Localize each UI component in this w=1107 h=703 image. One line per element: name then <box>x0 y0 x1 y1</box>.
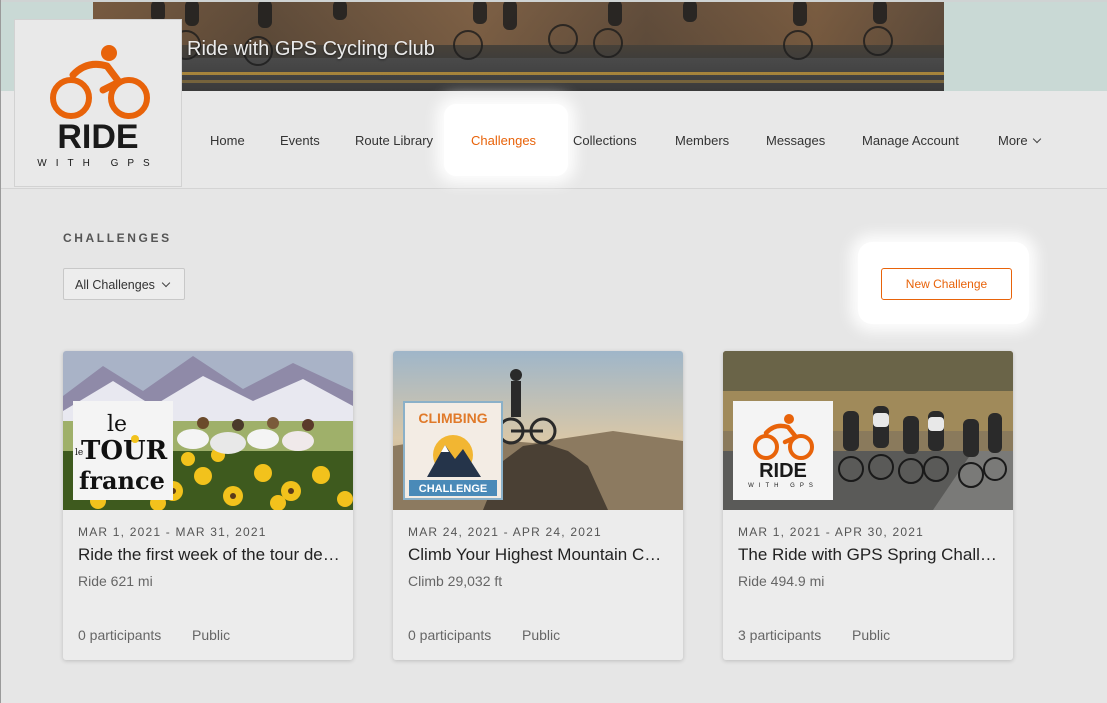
challenge-title[interactable]: Ride the first week of the tour de Franc… <box>78 545 340 565</box>
challenge-image: CLIMBING CHALLENGE <box>393 351 683 510</box>
nav-members[interactable]: Members <box>675 133 729 148</box>
window-left-edge <box>0 0 1 703</box>
challenge-image: le TOUR le france <box>63 351 353 510</box>
challenge-title[interactable]: Climb Your Highest Mountain Challenge <box>408 545 670 565</box>
logo-subword: WITH GPS <box>37 158 158 169</box>
nav-home[interactable]: Home <box>210 133 245 148</box>
badge-subword: WITH GPS <box>748 483 818 489</box>
badge-top-text: CLIMBING <box>418 410 487 426</box>
badge-word: RIDE <box>759 460 807 482</box>
challenge-dates: MAR 1, 2021 - MAR 31, 2021 <box>78 525 267 539</box>
badge-bottom-text: CHALLENGE <box>419 483 487 495</box>
club-title: Ride with GPS Cycling Club <box>187 38 435 60</box>
challenge-dates: MAR 1, 2021 - APR 30, 2021 <box>738 525 924 539</box>
nav-messages[interactable]: Messages <box>766 133 825 148</box>
challenge-visibility: Public <box>852 627 891 643</box>
challenge-participants: 0 participants <box>78 627 162 643</box>
nav-events[interactable]: Events <box>280 133 320 148</box>
challenge-visibility: Public <box>522 627 561 643</box>
challenge-card[interactable]: le TOUR le france MAR 1, 2021 - MAR 31, … <box>63 351 353 660</box>
tour-de-france-badge: le TOUR le france <box>73 401 173 500</box>
chevron-down-icon <box>161 278 171 288</box>
nav-challenges[interactable]: Challenges <box>471 133 536 148</box>
window-top-edge <box>0 0 1107 2</box>
ride-with-gps-badge: RIDE WITH GPS <box>733 401 833 500</box>
challenge-goal: Ride 494.9 mi <box>738 573 825 589</box>
challenge-card[interactable]: RIDE WITH GPS MAR 1, 2021 - APR 30, 2021… <box>723 351 1013 660</box>
challenge-image: RIDE WITH GPS <box>723 351 1013 510</box>
nav-more[interactable]: More <box>998 133 1041 148</box>
nav-collections[interactable]: Collections <box>573 133 637 148</box>
filter-selected-value: All Challenges <box>75 278 155 292</box>
svg-text:le: le <box>107 412 127 437</box>
challenge-title[interactable]: The Ride with GPS Spring Challenge <box>738 545 1000 565</box>
challenge-participants: 0 participants <box>408 627 492 643</box>
climbing-challenge-badge: CLIMBING CHALLENGE <box>403 401 503 500</box>
challenge-goal: Climb 29,032 ft <box>408 573 503 589</box>
challenge-goal: Ride 621 mi <box>78 573 153 589</box>
nav-route-library[interactable]: Route Library <box>355 133 433 148</box>
logo-word: RIDE <box>57 118 138 156</box>
svg-text:TOUR: TOUR <box>81 436 168 466</box>
nav-manage-account[interactable]: Manage Account <box>862 133 959 148</box>
challenge-card[interactable]: CLIMBING CHALLENGE MAR 24, 2021 - APR 24… <box>393 351 683 660</box>
nav-more-label: More <box>998 133 1028 148</box>
new-challenge-button[interactable]: New Challenge <box>881 268 1012 300</box>
ride-with-gps-logo-icon: RIDE WITH GPS <box>37 45 158 169</box>
ride-with-gps-logo-icon: RIDE WITH GPS <box>748 414 818 489</box>
club-logo[interactable]: RIDE WITH GPS <box>14 19 182 187</box>
svg-text:le: le <box>75 448 83 458</box>
challenge-participants: 3 participants <box>738 627 822 643</box>
challenge-dates: MAR 24, 2021 - APR 24, 2021 <box>408 525 602 539</box>
chevron-down-icon <box>1032 134 1041 144</box>
challenge-filter-select[interactable]: All Challenges <box>63 268 185 300</box>
section-title: CHALLENGES <box>63 231 172 245</box>
svg-text:france: france <box>79 466 165 495</box>
challenge-visibility: Public <box>192 627 231 643</box>
